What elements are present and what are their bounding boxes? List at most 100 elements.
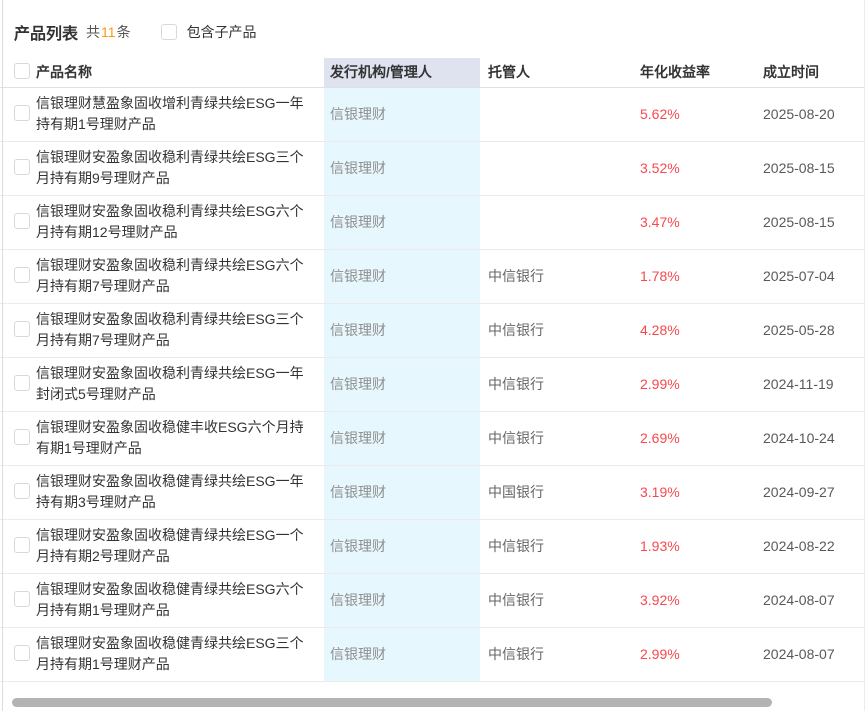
custodian-cell [480,141,632,195]
table-row[interactable]: 信银理财安盈象固收稳利青绿共绘ESG三个月持有期7号理财产品 信银理财 中信银行… [0,303,865,357]
product-name: 信银理财安盈象固收稳健青绿共绘ESG一个月持有期2号理财产品 [36,519,324,573]
row-checkbox[interactable] [14,537,30,553]
row-checkbox[interactable] [14,159,30,175]
row-checkbox-cell [0,195,36,249]
custodian-cell [480,195,632,249]
custodian-cell: 中信银行 [480,519,632,573]
date-cell: 2024-08-07 [755,573,865,627]
issuer-cell: 信银理财 [324,141,480,195]
product-name: 信银理财安盈象固收稳利青绿共绘ESG一年封闭式5号理财产品 [36,357,324,411]
row-checkbox[interactable] [14,429,30,445]
date-cell: 2025-08-20 [755,87,865,141]
issuer-cell: 信银理财 [324,195,480,249]
row-checkbox-cell [0,141,36,195]
date-cell: 2024-10-24 [755,411,865,465]
date-cell: 2025-05-28 [755,303,865,357]
product-name: 信银理财安盈象固收稳健青绿共绘ESG一年持有期3号理财产品 [36,465,324,519]
table-body: 信银理财慧盈象固收增利青绿共绘ESG一年持有期1号理财产品 信银理财 5.62%… [0,87,865,681]
count-value: 11 [100,24,117,40]
table-row[interactable]: 信银理财慧盈象固收增利青绿共绘ESG一年持有期1号理财产品 信银理财 5.62%… [0,87,865,141]
issuer-cell: 信银理财 [324,87,480,141]
column-header-date: 成立时间 [755,58,865,87]
date-cell: 2024-11-19 [755,357,865,411]
custodian-cell: 中信银行 [480,249,632,303]
row-checkbox[interactable] [14,375,30,391]
row-checkbox-cell [0,249,36,303]
row-checkbox-cell [0,465,36,519]
issuer-cell: 信银理财 [324,627,480,681]
date-cell: 2024-08-22 [755,519,865,573]
issuer-cell: 信银理财 [324,411,480,465]
count-prefix: 共 [86,24,100,40]
row-checkbox[interactable] [14,321,30,337]
product-list-page: 产品列表 共11条 包含子产品 产品名称 发行机构/管理人 托管人 年化收益率 … [0,0,865,711]
row-checkbox-cell [0,519,36,573]
yield-cell: 3.52% [632,141,755,195]
issuer-cell: 信银理财 [324,357,480,411]
titlebar: 产品列表 共11条 包含子产品 [0,0,865,58]
table-row[interactable]: 信银理财安盈象固收稳健青绿共绘ESG一个月持有期2号理财产品 信银理财 中信银行… [0,519,865,573]
table-row[interactable]: 信银理财安盈象固收稳利青绿共绘ESG三个月持有期9号理财产品 信银理财 3.52… [0,141,865,195]
include-sub-products-checkbox[interactable] [161,24,177,40]
column-header-product-name: 产品名称 [36,58,324,87]
table-row[interactable]: 信银理财安盈象固收稳健丰收ESG六个月持有期1号理财产品 信银理财 中信银行 2… [0,411,865,465]
table-row[interactable]: 信银理财安盈象固收稳利青绿共绘ESG六个月持有期12号理财产品 信银理财 3.4… [0,195,865,249]
horizontal-scrollbar-thumb[interactable] [12,698,772,707]
table-row[interactable]: 信银理财安盈象固收稳利青绿共绘ESG六个月持有期7号理财产品 信银理财 中信银行… [0,249,865,303]
product-name: 信银理财安盈象固收稳健丰收ESG六个月持有期1号理财产品 [36,411,324,465]
issuer-cell: 信银理财 [324,249,480,303]
row-checkbox-cell [0,357,36,411]
date-cell: 2024-09-27 [755,465,865,519]
select-all-checkbox[interactable] [14,63,30,79]
product-name: 信银理财安盈象固收稳健青绿共绘ESG六个月持有期1号理财产品 [36,573,324,627]
include-sub-products-filter[interactable]: 包含子产品 [161,22,257,42]
row-checkbox[interactable] [14,213,30,229]
yield-cell: 3.19% [632,465,755,519]
product-name: 信银理财安盈象固收稳利青绿共绘ESG六个月持有期7号理财产品 [36,249,324,303]
page-left-border [2,0,3,711]
yield-cell: 1.93% [632,519,755,573]
row-checkbox[interactable] [14,267,30,283]
yield-cell: 2.99% [632,357,755,411]
yield-cell: 3.47% [632,195,755,249]
custodian-cell [480,87,632,141]
table-row[interactable]: 信银理财安盈象固收稳健青绿共绘ESG六个月持有期1号理财产品 信银理财 中信银行… [0,573,865,627]
custodian-cell: 中国银行 [480,465,632,519]
custodian-cell: 中信银行 [480,357,632,411]
row-checkbox[interactable] [14,645,30,661]
issuer-cell: 信银理财 [324,573,480,627]
product-name: 信银理财安盈象固收稳利青绿共绘ESG三个月持有期9号理财产品 [36,141,324,195]
include-sub-products-label: 包含子产品 [187,22,257,42]
product-name: 信银理财安盈象固收稳利青绿共绘ESG六个月持有期12号理财产品 [36,195,324,249]
row-checkbox[interactable] [14,483,30,499]
date-cell: 2025-07-04 [755,249,865,303]
yield-cell: 2.99% [632,627,755,681]
row-checkbox[interactable] [14,591,30,607]
row-checkbox-cell [0,87,36,141]
column-header-yield: 年化收益率 [632,58,755,87]
date-cell: 2024-08-07 [755,627,865,681]
product-table: 产品名称 发行机构/管理人 托管人 年化收益率 成立时间 信银理财慧盈象固收增利… [0,58,865,682]
row-checkbox-cell [0,573,36,627]
table-row[interactable]: 信银理财安盈象固收稳利青绿共绘ESG一年封闭式5号理财产品 信银理财 中信银行 … [0,357,865,411]
product-name: 信银理财安盈象固收稳利青绿共绘ESG三个月持有期7号理财产品 [36,303,324,357]
horizontal-scrollbar-track[interactable] [0,697,865,708]
table-header: 产品名称 发行机构/管理人 托管人 年化收益率 成立时间 [0,58,865,87]
table-row[interactable]: 信银理财安盈象固收稳健青绿共绘ESG三个月持有期1号理财产品 信银理财 中信银行… [0,627,865,681]
product-count: 共11条 [86,22,131,42]
row-checkbox-cell [0,303,36,357]
date-cell: 2025-08-15 [755,141,865,195]
yield-cell: 1.78% [632,249,755,303]
column-header-issuer: 发行机构/管理人 [324,58,480,87]
count-suffix: 条 [117,24,131,40]
row-checkbox-cell [0,627,36,681]
table-row[interactable]: 信银理财安盈象固收稳健青绿共绘ESG一年持有期3号理财产品 信银理财 中国银行 … [0,465,865,519]
header-checkbox-cell [0,58,36,87]
row-checkbox[interactable] [14,105,30,121]
custodian-cell: 中信银行 [480,573,632,627]
row-checkbox-cell [0,411,36,465]
product-name: 信银理财安盈象固收稳健青绿共绘ESG三个月持有期1号理财产品 [36,627,324,681]
issuer-cell: 信银理财 [324,519,480,573]
custodian-cell: 中信银行 [480,627,632,681]
date-cell: 2025-08-15 [755,195,865,249]
